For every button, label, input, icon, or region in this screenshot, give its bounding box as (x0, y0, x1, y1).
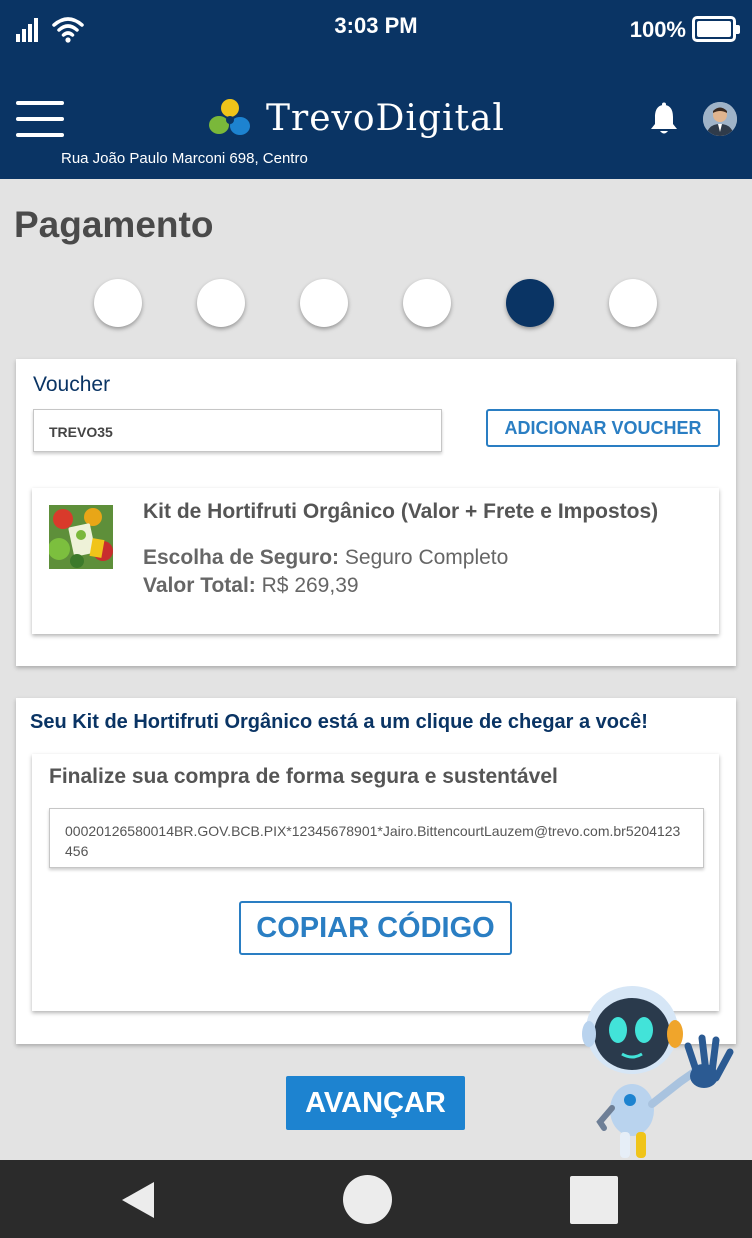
add-voucher-button[interactable]: ADICIONAR VOUCHER (486, 409, 720, 447)
pix-code-field[interactable]: 00020126580014BR.GOV.BCB.PIX*12345678901… (49, 808, 704, 868)
recent-apps-icon[interactable] (570, 1176, 618, 1224)
home-icon[interactable] (343, 1175, 392, 1224)
page-title: Pagamento (14, 204, 214, 245)
app-header: 3:03 PM 100% TrevoDigital Rua João Paulo… (0, 0, 752, 179)
brand-name: TrevoDigital (266, 97, 505, 139)
total-label: Valor Total: (143, 574, 256, 597)
pix-headline: Seu Kit de Hortifruti Orgânico está a um… (30, 711, 648, 733)
robot-mascot-icon[interactable] (580, 982, 740, 1162)
step-2 (197, 279, 245, 327)
voucher-input[interactable]: TREVO35 (33, 409, 442, 452)
insurance-value: Seguro Completo (344, 546, 509, 569)
total-value: R$ 269,39 (261, 574, 359, 597)
menu-icon[interactable] (16, 101, 64, 137)
step-6 (609, 279, 657, 327)
step-4 (403, 279, 451, 327)
battery-percent: 100% (629, 17, 686, 42)
copy-code-button[interactable]: COPIAR CÓDIGO (239, 901, 512, 955)
avatar[interactable] (703, 102, 737, 136)
android-nav-bar (0, 1160, 752, 1238)
clover-logo-icon (209, 99, 250, 135)
status-bar: 3:03 PM 100% (0, 0, 752, 58)
delivery-address[interactable]: Rua João Paulo Marconi 698, Centro (61, 150, 308, 167)
pix-inner-card: Finalize sua compra de forma segura e su… (32, 754, 719, 1011)
step-indicator (94, 279, 658, 329)
bell-icon[interactable] (648, 102, 680, 136)
product-summary: Kit de Hortifruti Orgânico (Valor + Fret… (32, 488, 719, 634)
voucher-card: Voucher TREVO35 ADICIONAR VOUCHER Kit de… (16, 359, 736, 666)
step-3 (300, 279, 348, 327)
user-photo-icon (703, 102, 737, 136)
total-line: Valor Total: R$ 269,39 (143, 574, 359, 598)
step-1 (94, 279, 142, 327)
brand-logo[interactable]: TrevoDigital (208, 96, 505, 140)
insurance-label: Escolha de Seguro: (143, 546, 340, 569)
pix-subtitle: Finalize sua compra de forma segura e su… (49, 765, 558, 788)
advance-button[interactable]: AVANÇAR (286, 1076, 465, 1130)
insurance-line: Escolha de Seguro: Seguro Completo (143, 546, 508, 570)
back-icon[interactable] (120, 1180, 156, 1220)
voucher-title: Voucher (33, 373, 111, 396)
battery-icon (692, 16, 740, 42)
vegetable-box-icon (49, 505, 113, 569)
step-5-active (506, 279, 554, 327)
product-name: Kit de Hortifruti Orgânico (Valor + Fret… (143, 500, 659, 523)
product-image (49, 505, 113, 569)
